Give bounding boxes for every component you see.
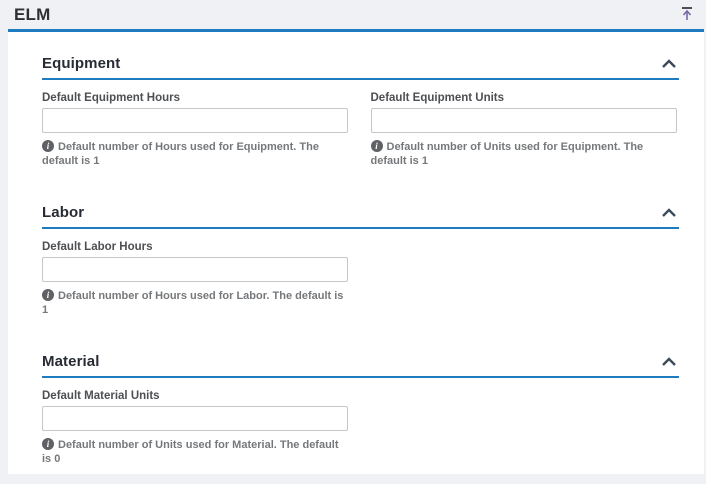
page-title: ELM [14, 5, 50, 25]
scroll-to-top-icon [680, 6, 694, 24]
field-label: Default Material Units [42, 390, 351, 402]
collapse-equipment-button[interactable] [659, 59, 679, 69]
field-label: Default Labor Hours [42, 241, 351, 253]
section-title: Labor [42, 204, 84, 221]
field-help-text: Default number of Units used for Equipme… [371, 141, 644, 167]
field-help: Default number of Hours used for Equipme… [42, 140, 351, 168]
default-labor-hours-input[interactable] [42, 257, 348, 282]
settings-panel: Equipment Default Equipment Hours Defaul… [8, 29, 704, 474]
chevron-up-icon [661, 206, 677, 221]
section-title: Equipment [42, 55, 120, 72]
section-material-header: Material [42, 353, 679, 378]
field-default-material-units: Default Material Units Default number of… [42, 390, 351, 466]
field-help: Default number of Hours used for Labor. … [42, 289, 351, 317]
info-icon [42, 289, 54, 301]
field-help: Default number of Units used for Materia… [42, 438, 351, 466]
field-help-text: Default number of Hours used for Equipme… [42, 141, 319, 167]
collapse-material-button[interactable] [659, 357, 679, 367]
collapse-labor-button[interactable] [659, 208, 679, 218]
section-equipment: Equipment Default Equipment Hours Defaul… [42, 55, 679, 168]
section-labor: Labor Default Labor Hours Default number… [42, 204, 679, 317]
field-help-text: Default number of Units used for Materia… [42, 439, 339, 465]
section-title: Material [42, 353, 100, 370]
default-material-units-input[interactable] [42, 406, 348, 431]
info-icon [371, 140, 383, 152]
field-default-equipment-units: Default Equipment Units Default number o… [371, 92, 680, 168]
default-equipment-units-input[interactable] [371, 108, 677, 133]
info-icon [42, 140, 54, 152]
page-header: ELM [0, 0, 706, 29]
field-label: Default Equipment Units [371, 92, 680, 104]
field-help-text: Default number of Hours used for Labor. … [42, 290, 343, 316]
scroll-to-top-button[interactable] [678, 6, 696, 24]
field-default-labor-hours: Default Labor Hours Default number of Ho… [42, 241, 351, 317]
section-equipment-header: Equipment [42, 55, 679, 80]
field-help: Default number of Units used for Equipme… [371, 140, 680, 168]
chevron-up-icon [661, 355, 677, 370]
field-default-equipment-hours: Default Equipment Hours Default number o… [42, 92, 351, 168]
chevron-up-icon [661, 57, 677, 72]
section-labor-header: Labor [42, 204, 679, 229]
info-icon [42, 438, 54, 450]
default-equipment-hours-input[interactable] [42, 108, 348, 133]
field-label: Default Equipment Hours [42, 92, 351, 104]
section-material: Material Default Material Units Default … [42, 353, 679, 466]
